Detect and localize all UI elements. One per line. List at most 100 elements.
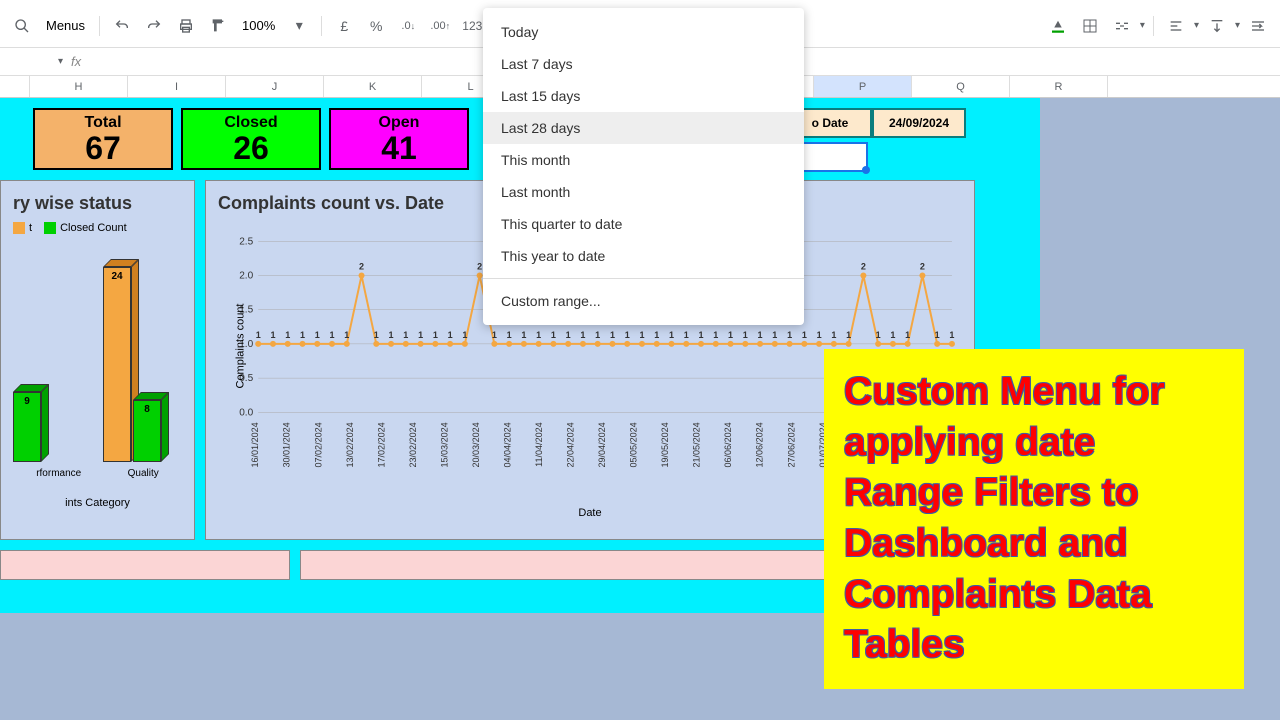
svg-text:1: 1 [344,330,349,340]
svg-text:1: 1 [684,330,689,340]
to-date-value[interactable]: 24/09/2024 [872,108,966,138]
svg-text:2: 2 [477,262,482,272]
svg-text:1: 1 [654,330,659,340]
kpi-closed-value: 26 [183,132,319,164]
kpi-open-value: 41 [331,132,467,164]
column-header[interactable]: R [1010,76,1108,97]
decrease-decimal-button[interactable]: .0↓ [394,12,422,40]
dropdown-item[interactable]: Last month [483,176,804,208]
dropdown-item[interactable]: This quarter to date [483,208,804,240]
print-icon[interactable] [172,12,200,40]
svg-text:1: 1 [551,330,556,340]
column-header[interactable]: K [324,76,422,97]
dropdown-item[interactable]: This year to date [483,240,804,272]
svg-text:0.0: 0.0 [239,407,253,418]
svg-text:1: 1 [403,330,408,340]
svg-text:1: 1 [639,330,644,340]
callout-text: Custom Menu for applying date Range Filt… [844,367,1224,671]
dropdown-item[interactable]: Today [483,16,804,48]
svg-text:1: 1 [743,330,748,340]
svg-text:1: 1 [285,330,290,340]
column-header[interactable] [0,76,30,97]
column-header[interactable]: I [128,76,226,97]
svg-text:1: 1 [890,330,895,340]
svg-text:1: 1 [787,330,792,340]
svg-text:23/02/2024: 23/02/2024 [408,422,418,467]
svg-text:30/01/2024: 30/01/2024 [282,422,292,467]
borders-icon[interactable] [1076,12,1104,40]
merge-icon[interactable] [1108,12,1136,40]
valign-icon[interactable] [1203,12,1231,40]
kpi-total: Total 67 [33,108,173,170]
svg-text:1: 1 [507,330,512,340]
column-header[interactable]: J [226,76,324,97]
kpi-closed: Closed 26 [181,108,321,170]
bar-axis-label: ints Category [13,497,182,509]
search-icon[interactable] [8,12,36,40]
column-header[interactable]: Q [912,76,1010,97]
svg-text:1: 1 [831,330,836,340]
dropdown-item[interactable]: This month [483,144,804,176]
svg-text:1: 1 [462,330,467,340]
undo-icon[interactable] [108,12,136,40]
svg-text:1: 1 [595,330,600,340]
svg-text:1: 1 [389,330,394,340]
date-filter: o Date 24/09/2024 [788,108,966,138]
svg-text:1: 1 [521,330,526,340]
zoom-dropdown-icon[interactable]: ▾ [285,12,313,40]
column-header[interactable]: P [814,76,912,97]
svg-text:1: 1 [580,330,585,340]
svg-text:1: 1 [300,330,305,340]
zoom-level[interactable]: 100% [236,18,281,33]
svg-text:12/06/2024: 12/06/2024 [755,422,765,467]
annotation-callout: Custom Menu for applying date Range Filt… [824,349,1244,689]
svg-text:1: 1 [728,330,733,340]
align-icon[interactable] [1162,12,1190,40]
line-y-label: Complaints count [235,304,247,389]
fill-color-icon[interactable] [1044,12,1072,40]
svg-text:1: 1 [256,330,261,340]
bottom-panel-left [0,550,290,580]
svg-text:1: 1 [846,330,851,340]
svg-text:2.5: 2.5 [239,236,253,247]
svg-text:19/05/2024: 19/05/2024 [660,422,670,467]
bar-chart-legend: tClosed Count [13,222,182,234]
dropdown-custom-range[interactable]: Custom range... [483,285,804,317]
svg-text:15/03/2024: 15/03/2024 [439,422,449,467]
svg-text:1: 1 [713,330,718,340]
svg-text:11/04/2024: 11/04/2024 [534,422,544,467]
dropdown-item[interactable]: Last 7 days [483,48,804,80]
svg-text:04/04/2024: 04/04/2024 [502,422,512,467]
svg-text:1: 1 [315,330,320,340]
svg-text:1: 1 [330,330,335,340]
svg-text:2.0: 2.0 [239,271,253,282]
kpi-total-value: 67 [35,132,171,164]
svg-text:1: 1 [433,330,438,340]
paint-format-icon[interactable] [204,12,232,40]
svg-text:1: 1 [876,330,881,340]
svg-text:05/05/2024: 05/05/2024 [629,422,639,467]
bar-chart-panel: ry wise status tClosed Count 9248 rforma… [0,180,195,540]
increase-decimal-button[interactable]: .00↑ [426,12,454,40]
svg-text:2: 2 [359,262,364,272]
redo-icon[interactable] [140,12,168,40]
svg-text:16/01/2024: 16/01/2024 [250,422,260,467]
svg-text:1: 1 [374,330,379,340]
svg-text:2: 2 [861,262,866,272]
dropdown-item[interactable]: Last 15 days [483,80,804,112]
dropdown-item[interactable]: Last 28 days [483,112,804,144]
percent-button[interactable]: % [362,12,390,40]
svg-text:13/02/2024: 13/02/2024 [345,422,355,467]
wrap-icon[interactable] [1244,12,1272,40]
fx-label: fx [71,54,81,69]
column-header[interactable]: H [30,76,128,97]
svg-text:07/02/2024: 07/02/2024 [313,422,323,467]
svg-text:1: 1 [625,330,630,340]
currency-button[interactable]: £ [330,12,358,40]
svg-text:1: 1 [536,330,541,340]
svg-text:22/04/2024: 22/04/2024 [566,422,576,467]
svg-text:1: 1 [949,330,954,340]
svg-text:1: 1 [758,330,763,340]
svg-text:1: 1 [699,330,704,340]
svg-text:21/05/2024: 21/05/2024 [692,422,702,467]
